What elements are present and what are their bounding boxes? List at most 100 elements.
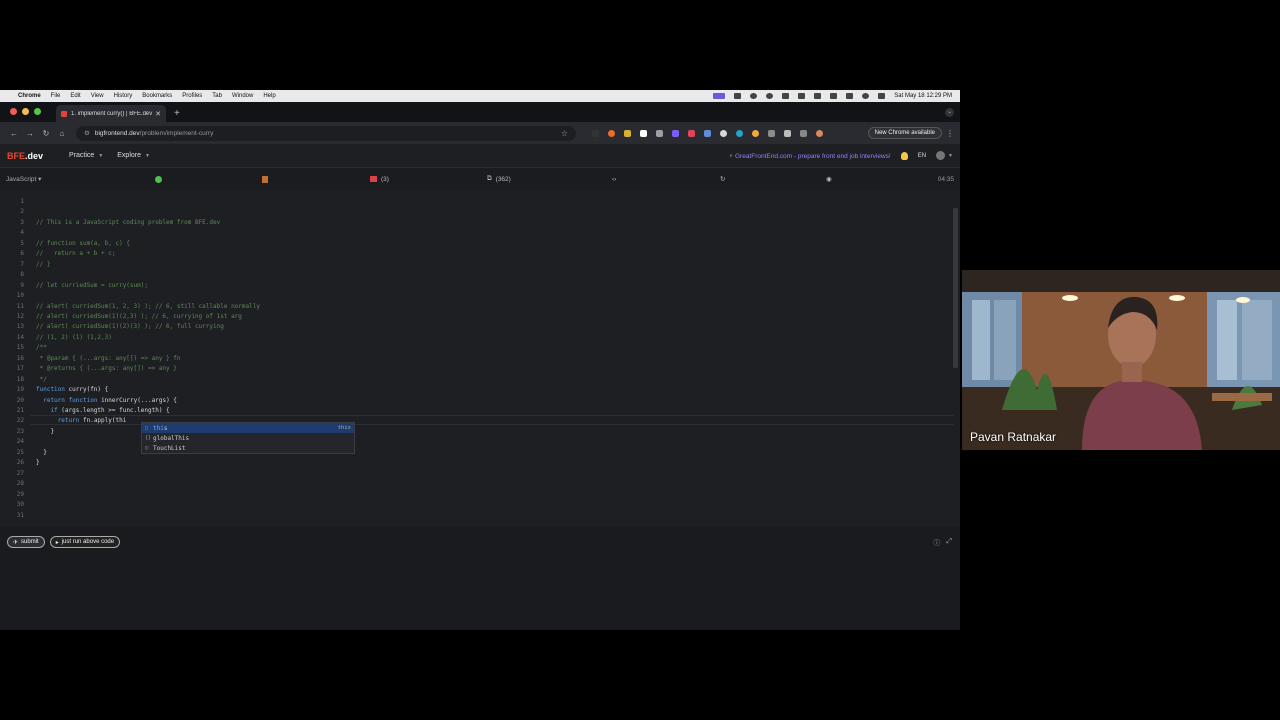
profile-avatar[interactable] — [816, 129, 823, 137]
extension-icon[interactable] — [640, 129, 647, 137]
menu-profiles[interactable]: Profiles — [182, 93, 202, 99]
language-switch[interactable]: EN — [918, 153, 926, 159]
screen-recording-icon[interactable] — [713, 93, 726, 99]
extension-icon[interactable] — [656, 129, 663, 137]
code-line[interactable]: // } — [36, 261, 50, 268]
battery-icon[interactable] — [830, 93, 838, 99]
menu-file[interactable]: File — [51, 93, 61, 99]
expand-icon[interactable]: ⤢ — [946, 538, 952, 548]
suggestion-item[interactable]: ◫ TouchList — [142, 443, 354, 453]
address-bar[interactable]: ⚙ bigfrontend.dev/problem/implement-curr… — [76, 125, 576, 141]
spotlight-search-icon[interactable] — [862, 93, 870, 99]
action-buttons: ✈ submit ▸ just run above code — [7, 536, 121, 548]
language-select[interactable]: JavaScript ▾ — [6, 175, 41, 183]
browser-tab-active[interactable]: 1. implement curry() | BFE.dev ✕ — [56, 105, 166, 122]
menu-window[interactable]: Window — [232, 93, 253, 99]
extension-icon[interactable] — [768, 129, 775, 137]
control-center-icon[interactable] — [878, 93, 886, 99]
code-line[interactable]: // let curriedSum = curry(sum); — [36, 282, 148, 289]
extension-icon[interactable] — [704, 129, 711, 137]
extension-icon[interactable] — [688, 129, 695, 137]
back-button[interactable]: ← — [6, 129, 22, 138]
extension-icon[interactable] — [592, 129, 599, 137]
nav-explore[interactable]: Explore ▼ — [117, 152, 150, 159]
code-line[interactable]: * @param { (...args: any[]) => any } fn — [36, 355, 181, 362]
wifi-icon[interactable] — [846, 93, 854, 99]
timer[interactable]: 04:35 — [938, 176, 954, 183]
code-line[interactable]: } — [36, 459, 40, 466]
run-code-button[interactable]: ▸ just run above code — [49, 536, 121, 548]
nav-practice[interactable]: Practice ▼ — [69, 152, 103, 159]
code-line[interactable]: // (1, 2) (1) (1,2,3) — [36, 334, 112, 341]
forward-button[interactable]: → — [22, 129, 38, 138]
site-info-icon[interactable]: ⚙ — [84, 129, 90, 137]
code-line[interactable]: // function sum(a, b, c) { — [36, 240, 130, 247]
chrome-menu-icon[interactable]: ⋮ — [946, 129, 954, 138]
reload-button[interactable]: ↻ — [38, 129, 54, 138]
home-button[interactable]: ⌂ — [54, 129, 70, 138]
suggestion-item[interactable]: □ this this — [142, 423, 354, 433]
code-line[interactable]: // This is a JavaScript coding problem f… — [36, 219, 220, 226]
code-line[interactable]: // return a + b + c; — [36, 250, 115, 257]
code-line[interactable]: if (args.length >= func.length) { — [36, 407, 169, 414]
menu-tab[interactable]: Tab — [212, 93, 222, 99]
close-window-button[interactable] — [10, 108, 17, 115]
promo-link[interactable]: ⚡ GreatFrontEnd.com - prepare front end … — [729, 152, 891, 160]
maximize-window-button[interactable] — [34, 108, 41, 115]
new-chrome-available-button[interactable]: New Chrome available — [867, 127, 942, 139]
code-line[interactable]: // alert( curriedSum(1)(2,3) ); // 6, cu… — [36, 313, 242, 320]
menu-edit[interactable]: Edit — [70, 93, 80, 99]
menu-app-chrome[interactable]: Chrome — [18, 93, 41, 99]
tab-search-icon[interactable]: ⌄ — [945, 108, 954, 117]
code-line[interactable]: function curry(fn) { — [36, 386, 108, 393]
menu-help[interactable]: Help — [263, 93, 275, 99]
code-line[interactable]: // alert( curriedSum(1)(2)(3) ); // 6, f… — [36, 323, 224, 330]
code-line[interactable]: */ — [36, 376, 47, 383]
extension-icon[interactable] — [608, 129, 615, 137]
menu-history[interactable]: History — [114, 93, 133, 99]
reset-code-button[interactable]: ↻ — [720, 175, 725, 183]
site-logo[interactable]: BFE.dev — [7, 151, 43, 161]
code-line[interactable]: * @returns { (...args: any[]) => any } — [36, 365, 177, 372]
tray-cloud-icon[interactable] — [782, 93, 790, 99]
code-view-button[interactable]: ‹› — [612, 176, 616, 183]
close-tab-icon[interactable]: ✕ — [155, 110, 161, 118]
focus-mode-button[interactable]: ◉ — [826, 175, 832, 183]
extension-icon[interactable] — [736, 129, 743, 137]
user-avatar[interactable] — [936, 151, 946, 160]
bookmark-star-icon[interactable]: ☆ — [561, 129, 568, 138]
bluetooth-icon[interactable] — [814, 93, 822, 99]
suggestion-item[interactable]: {} globalThis — [142, 433, 354, 443]
bookmark-problem-button[interactable] — [262, 175, 268, 183]
menubar-clock[interactable]: Sat May 18 12:29 PM — [894, 93, 952, 99]
code-line[interactable]: /** — [36, 344, 47, 351]
menu-view[interactable]: View — [91, 93, 104, 99]
chevron-down-icon[interactable]: ▼ — [948, 153, 953, 159]
editor-scrollbar[interactable] — [953, 208, 958, 368]
tray-shield-icon[interactable] — [798, 93, 806, 99]
tray-app-icon[interactable] — [734, 93, 742, 99]
code-line[interactable]: return fn.apply(thi — [36, 417, 127, 424]
submit-button[interactable]: ✈ submit — [7, 536, 45, 548]
extension-icon[interactable] — [720, 129, 727, 137]
problem-status-button[interactable] — [155, 175, 162, 183]
tray-music-icon[interactable] — [750, 93, 758, 99]
new-tab-button[interactable]: + — [174, 108, 180, 119]
minimize-window-button[interactable] — [22, 108, 29, 115]
menu-bookmarks[interactable]: Bookmarks — [142, 93, 172, 99]
extension-icon[interactable] — [624, 129, 631, 137]
solutions-button[interactable]: ⧉ (362) — [487, 175, 511, 183]
discussions-button[interactable]: (3) — [370, 176, 389, 183]
sidebar-icon[interactable] — [800, 129, 807, 137]
code-line[interactable]: return function innerCurry(...args) { — [36, 397, 177, 404]
tray-sync-icon[interactable] — [766, 93, 774, 99]
code-line[interactable]: } — [36, 449, 47, 456]
code-line[interactable]: // alert( curriedSum(1, 2, 3) ); // 6, s… — [36, 303, 260, 310]
code-line[interactable]: } — [36, 428, 54, 435]
theme-bulb-icon[interactable] — [900, 151, 908, 160]
extension-icon[interactable] — [752, 129, 759, 137]
info-icon[interactable]: ⓘ — [933, 538, 940, 548]
extension-icon[interactable] — [672, 129, 679, 137]
extensions-puzzle-icon[interactable] — [784, 129, 791, 137]
code-editor[interactable]: 1 2 3 4 5 6 7 8 9 10 11 12 13 14 15 16 17 18 19 20 21 22 23 24 2… — [0, 190, 960, 527]
